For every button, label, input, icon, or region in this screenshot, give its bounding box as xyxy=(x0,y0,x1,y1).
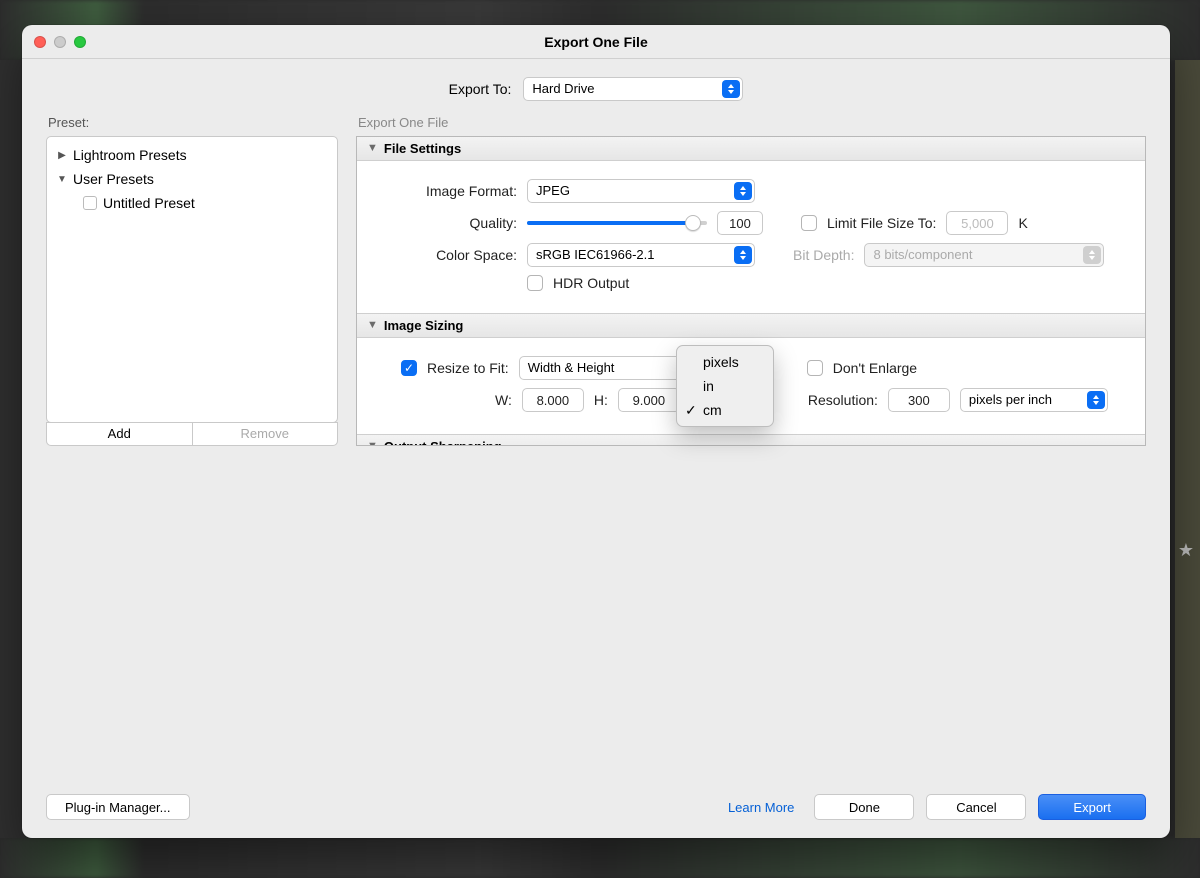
export-to-select[interactable]: Hard Drive xyxy=(523,77,743,101)
bit-depth-select: 8 bits/component xyxy=(864,243,1104,267)
quality-slider[interactable] xyxy=(527,215,707,231)
resolution-unit-select[interactable]: pixels per inch xyxy=(960,388,1108,412)
dont-enlarge-label: Don't Enlarge xyxy=(833,360,917,376)
preset-list: ▶ Lightroom Presets ▼ User Presets Untit… xyxy=(46,136,338,423)
disclosure-triangle-icon: ▼ xyxy=(367,319,378,331)
plugin-manager-button[interactable]: Plug-in Manager... xyxy=(46,794,190,820)
preset-group-label: User Presets xyxy=(73,171,154,187)
limit-filesize-unit: K xyxy=(1018,215,1027,231)
preset-group-label: Lightroom Presets xyxy=(73,147,187,163)
section-title: Image Sizing xyxy=(384,318,463,333)
resize-to-fit-checkbox[interactable] xyxy=(401,360,417,376)
updown-icon xyxy=(1087,391,1105,409)
preset-item-label: Untitled Preset xyxy=(103,195,195,211)
done-button[interactable]: Done xyxy=(814,794,914,820)
titlebar: Export One File xyxy=(22,25,1170,59)
quality-label: Quality: xyxy=(367,215,517,231)
background-panel-right xyxy=(1175,60,1200,838)
resolution-label: Resolution: xyxy=(808,392,878,408)
export-to-label: Export To: xyxy=(449,81,512,97)
hdr-output-label: HDR Output xyxy=(553,275,629,291)
disclosure-triangle-icon: ▼ xyxy=(367,142,378,154)
export-dialog: Export One File Export To: Hard Drive Pr… xyxy=(22,25,1170,838)
size-unit-option-in[interactable]: in xyxy=(677,374,773,398)
image-format-label: Image Format: xyxy=(367,183,517,199)
updown-icon xyxy=(722,80,740,98)
updown-icon xyxy=(734,246,752,264)
preset-group-lightroom[interactable]: ▶ Lightroom Presets xyxy=(47,143,337,167)
preset-heading: Preset: xyxy=(48,115,338,130)
limit-filesize-label: Limit File Size To: xyxy=(827,215,936,231)
quality-input[interactable]: 100 xyxy=(717,211,763,235)
dont-enlarge-checkbox[interactable] xyxy=(807,360,823,376)
learn-more-link[interactable]: Learn More xyxy=(728,800,794,815)
window-title: Export One File xyxy=(22,34,1170,50)
preset-group-user[interactable]: ▼ User Presets xyxy=(47,167,337,191)
bit-depth-label: Bit Depth: xyxy=(793,247,854,263)
chevron-right-icon: ▶ xyxy=(57,150,67,161)
color-space-label: Color Space: xyxy=(367,247,517,263)
cancel-button[interactable]: Cancel xyxy=(926,794,1026,820)
height-input[interactable]: 9.000 xyxy=(618,388,680,412)
chevron-down-icon: ▼ xyxy=(57,174,67,185)
export-to-value: Hard Drive xyxy=(532,81,594,96)
preset-item-checkbox[interactable] xyxy=(83,196,97,210)
size-unit-menu[interactable]: pixels in cm xyxy=(676,345,774,427)
image-format-select[interactable]: JPEG xyxy=(527,179,755,203)
preset-item-untitled[interactable]: Untitled Preset xyxy=(47,191,337,215)
star-icon: ★ xyxy=(1178,540,1194,561)
preset-remove-button: Remove xyxy=(192,422,339,446)
section-title: File Settings xyxy=(384,141,461,156)
disclosure-triangle-icon: ▼ xyxy=(367,440,378,446)
width-input[interactable]: 8.000 xyxy=(522,388,584,412)
resize-to-fit-label: Resize to Fit: xyxy=(427,360,509,376)
limit-filesize-input: 5,000 xyxy=(946,211,1008,235)
height-label: H: xyxy=(594,392,608,408)
color-space-select[interactable]: sRGB IEC61966-2.1 xyxy=(527,243,755,267)
hdr-output-checkbox[interactable] xyxy=(527,275,543,291)
preset-add-button[interactable]: Add xyxy=(46,422,192,446)
background-thumbnails-bottom xyxy=(0,838,1200,878)
size-unit-option-cm[interactable]: cm xyxy=(677,398,773,422)
section-title: Output Sharpening xyxy=(384,439,502,446)
resolution-input[interactable]: 300 xyxy=(888,388,950,412)
main-heading: Export One File xyxy=(358,115,1146,130)
export-button[interactable]: Export xyxy=(1038,794,1146,820)
size-unit-option-pixels[interactable]: pixels xyxy=(677,350,773,374)
section-image-sizing-header[interactable]: ▼ Image Sizing xyxy=(357,313,1145,338)
section-file-settings-header[interactable]: ▼ File Settings xyxy=(357,137,1145,161)
updown-icon xyxy=(1083,246,1101,264)
limit-filesize-checkbox[interactable] xyxy=(801,215,817,231)
updown-icon xyxy=(734,182,752,200)
width-label: W: xyxy=(495,392,512,408)
section-output-sharpening-header[interactable]: ▼ Output Sharpening xyxy=(357,434,1145,446)
